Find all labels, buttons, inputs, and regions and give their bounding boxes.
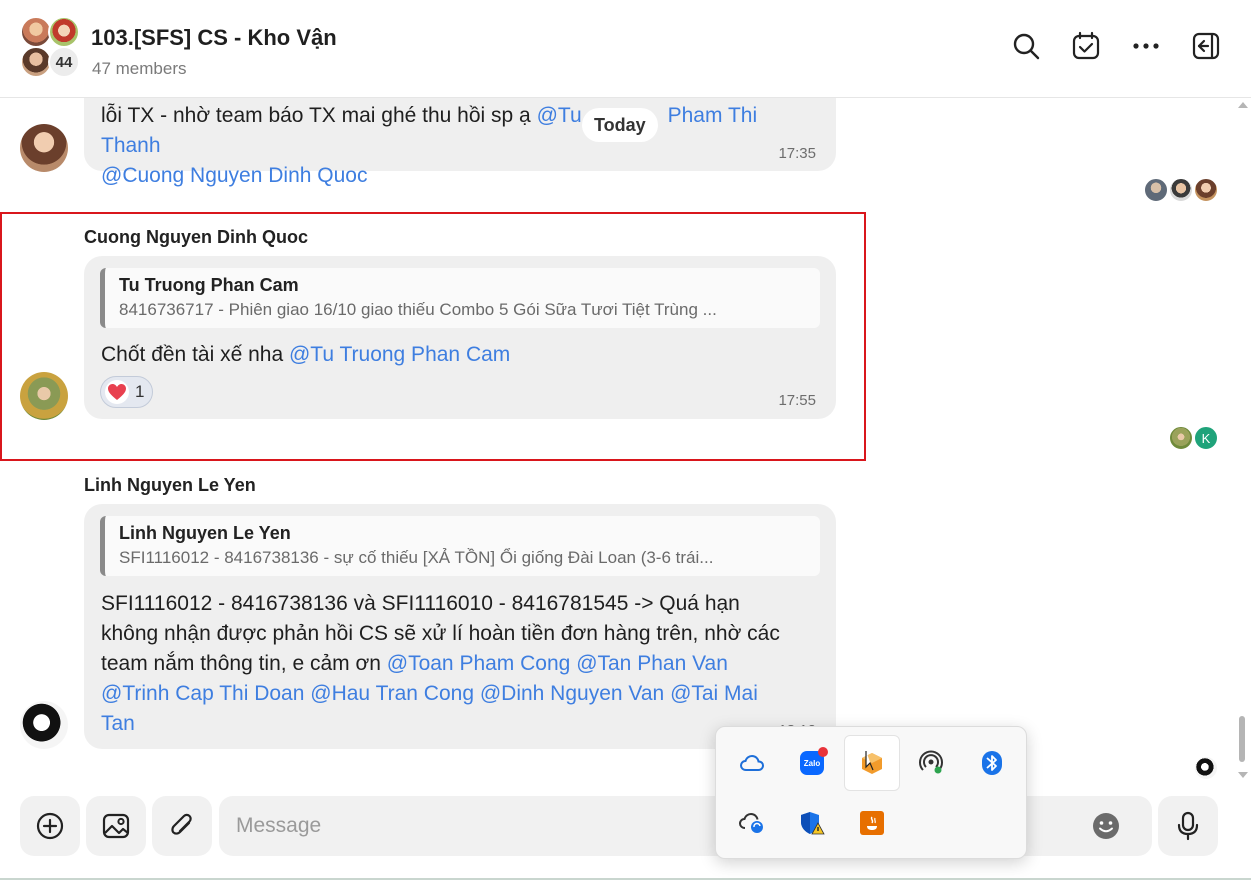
- emoji-icon: [1093, 813, 1119, 839]
- member-count-badge: 44: [48, 46, 80, 78]
- seen-avatar: [1194, 756, 1218, 780]
- microphone-icon: [1177, 811, 1199, 841]
- text-line: Tan: [101, 709, 821, 739]
- text-segment: team nắm thông tin, e cảm ơn: [101, 652, 387, 675]
- quote-snippet: SFI1116012 - 8416738136 - sự cố thiếu [X…: [119, 548, 714, 567]
- reaction-count: 1: [135, 382, 145, 401]
- mention-link[interactable]: @Tai Mai: [670, 682, 758, 705]
- seen-avatar: [1169, 178, 1193, 202]
- text-line: SFI1116012 - 8416738136 và SFI1116010 - …: [101, 592, 740, 615]
- scroll-thumb[interactable]: [1239, 716, 1245, 762]
- member-count[interactable]: 47 members: [92, 59, 186, 79]
- text-line: @Trinh Cap Thi Doan @Hau Tran Cong @Dinh…: [101, 679, 821, 709]
- mention-link[interactable]: @Tan Phan Van: [576, 652, 728, 675]
- message-composer: [0, 788, 1251, 880]
- image-button[interactable]: [86, 796, 146, 856]
- paperclip-icon: [171, 813, 192, 835]
- tray-bluetooth[interactable]: [964, 735, 1020, 791]
- more-options-button[interactable]: [1128, 28, 1164, 64]
- quote-author: Linh Nguyen Le Yen: [119, 523, 291, 543]
- seen-avatar: [1144, 178, 1168, 202]
- seen-avatar: [1169, 426, 1193, 450]
- app-cube-icon: [862, 751, 882, 774]
- mention-link[interactable]: @Cuong Nguyen Dinh Quoc: [101, 164, 367, 187]
- text-segment: Chốt đền tài xế nha: [101, 343, 289, 366]
- tray-security[interactable]: [784, 795, 840, 851]
- message-bubble[interactable]: lỗi TX - nhờ team báo TX mai ghé thu hồi…: [84, 98, 836, 187]
- emoji-button[interactable]: [1092, 812, 1120, 840]
- member-avatar: [48, 16, 80, 48]
- mention-link[interactable]: @Trinh Cap Thi Doan: [101, 682, 304, 705]
- message-text: Chốt đền tài xế nha @Tu Truong Phan Cam: [101, 340, 510, 370]
- shield-warning-icon: [801, 812, 825, 835]
- mention-link[interactable]: @Toan Pham Cong: [387, 652, 571, 675]
- group-avatar[interactable]: 44: [18, 16, 82, 80]
- calendar-check-icon: [1072, 31, 1100, 60]
- quote-snippet: 8416736717 - Phiên giao 16/10 giao thiếu…: [119, 300, 717, 319]
- sidebar-toggle-icon: [1192, 32, 1220, 60]
- mention-link[interactable]: @Tu: [537, 104, 582, 127]
- reaction-badge[interactable]: 1: [100, 376, 154, 408]
- quote-author: Tu Truong Phan Cam: [119, 275, 299, 295]
- toggle-panel-button[interactable]: [1188, 28, 1224, 64]
- tray-zalo[interactable]: Zalo: [784, 735, 840, 791]
- chat-header: 44 103.[SFS] CS - Kho Vận 47 members: [0, 0, 1251, 98]
- message-text: lỗi TX - nhờ team báo TX mai ghé thu hồi…: [101, 101, 821, 191]
- sender-avatar[interactable]: [20, 372, 68, 420]
- message-time: 17:35: [778, 145, 816, 162]
- more-icon: [1133, 43, 1159, 49]
- attach-file-button[interactable]: [152, 796, 212, 856]
- message-bubble[interactable]: Linh Nguyen Le Yen SFI1116012 - 84167381…: [84, 504, 836, 749]
- sender-avatar[interactable]: [20, 124, 68, 172]
- seen-avatar: K: [1194, 426, 1218, 450]
- mention-link[interactable]: @Tu Truong Phan Cam: [289, 343, 510, 366]
- sender-name[interactable]: Cuong Nguyen Dinh Quoc: [84, 227, 308, 248]
- date-divider: Today: [582, 108, 658, 142]
- group-title[interactable]: 103.[SFS] CS - Kho Vận: [91, 25, 337, 51]
- broadcast-icon: [919, 750, 943, 774]
- message-text: SFI1116012 - 8416738136 và SFI1116010 - …: [101, 589, 821, 739]
- search-icon: [1013, 33, 1040, 60]
- plus-circle-icon: [36, 812, 64, 840]
- image-icon: [102, 813, 130, 839]
- text-segment: lỗi TX - nhờ team báo TX mai ghé thu hồi…: [101, 104, 537, 127]
- text-line: không nhận được phản hồi CS sẽ xử lí hoà…: [101, 622, 780, 645]
- search-button[interactable]: [1008, 28, 1044, 64]
- message-list[interactable]: lỗi TX - nhờ team báo TX mai ghé thu hồi…: [0, 98, 1251, 788]
- scrollbar[interactable]: [1237, 98, 1248, 788]
- tasks-button[interactable]: [1068, 28, 1104, 64]
- tray-sync[interactable]: [724, 795, 780, 851]
- message-bubble[interactable]: Tu Truong Phan Cam 8416736717 - Phiên gi…: [84, 256, 836, 419]
- cloud-icon: [739, 754, 765, 771]
- tray-hotspot[interactable]: [904, 735, 960, 791]
- zalo-icon: Zalo: [800, 747, 828, 775]
- cloud-sync-icon: [738, 812, 763, 833]
- bluetooth-icon: [982, 751, 1002, 775]
- scroll-up-arrow[interactable]: [1238, 102, 1248, 108]
- message-time: 17:55: [778, 392, 816, 409]
- tray-app-hovered[interactable]: [844, 735, 900, 791]
- add-button[interactable]: [20, 796, 80, 856]
- mention-link[interactable]: Tan: [101, 712, 135, 735]
- seen-avatar: [1194, 178, 1218, 202]
- text-line: team nắm thông tin, e cảm ơn @Toan Pham …: [101, 649, 821, 679]
- system-tray-overflow: Zalo: [715, 726, 1027, 859]
- tray-java[interactable]: [844, 795, 900, 851]
- sender-name[interactable]: Linh Nguyen Le Yen: [84, 475, 256, 496]
- heart-icon: [105, 380, 129, 404]
- quoted-message[interactable]: Tu Truong Phan Cam 8416736717 - Phiên gi…: [100, 268, 820, 328]
- sender-avatar[interactable]: [20, 701, 68, 749]
- quoted-message[interactable]: Linh Nguyen Le Yen SFI1116012 - 84167381…: [100, 516, 820, 576]
- java-icon: [860, 811, 884, 835]
- tray-onedrive[interactable]: [724, 735, 780, 791]
- zalo-logo-text: Zalo: [803, 758, 821, 768]
- scroll-down-arrow[interactable]: [1238, 772, 1248, 778]
- notification-dot: [818, 747, 828, 757]
- voice-button[interactable]: [1158, 796, 1218, 856]
- mention-link[interactable]: @Dinh Nguyen Van: [480, 682, 664, 705]
- mention-link[interactable]: @Hau Tran Cong: [310, 682, 474, 705]
